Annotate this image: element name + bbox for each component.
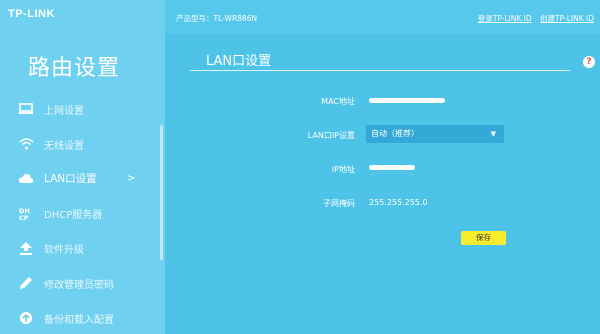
- sidebar-scrollbar[interactable]: [160, 125, 163, 260]
- sidebar-item-label: 上网设置: [44, 105, 84, 117]
- mask-label: 子网掩码: [323, 199, 355, 208]
- sidebar-item-dhcp[interactable]: DH CP DHCP服务器: [0, 196, 165, 231]
- sidebar-nav: 上网设置 无线设置 LAN口设置 > DH CP DHCP服务器 软件升级 修改…: [0, 92, 165, 334]
- sidebar-item-backup[interactable]: 备份和载入配置: [0, 301, 165, 334]
- monitor-icon: [18, 102, 34, 116]
- product-model: 产品型号：TL-WR886N: [176, 14, 258, 23]
- sidebar-item-upgrade[interactable]: 软件升级: [0, 231, 165, 266]
- mac-value-redacted: [369, 98, 445, 103]
- login-tplink-id-link[interactable]: 登录TP-LINK ID: [478, 14, 532, 23]
- sidebar-item-lan[interactable]: LAN口设置 >: [0, 162, 165, 197]
- header-links: 登录TP-LINK ID 创建TP-LINK ID: [472, 13, 594, 24]
- cloud-icon: [18, 172, 34, 186]
- create-tplink-id-link[interactable]: 创建TP-LINK ID: [540, 14, 594, 23]
- app-root: 路由设置 上网设置 无线设置 LAN口设置 > DH CP DHCP服务器 软件…: [0, 0, 600, 334]
- ip-label: IP地址: [331, 165, 355, 174]
- sidebar-title: 路由设置: [28, 56, 121, 81]
- upload-icon: [18, 242, 34, 256]
- lan-ip-mode-select[interactable]: 自动（推荐） ▼: [366, 125, 504, 143]
- lan-ip-label: LAN口IP设置: [307, 131, 355, 140]
- wifi-icon: [18, 137, 34, 151]
- dropdown-caret-icon: ▼: [490, 130, 496, 138]
- sidebar-item-label: LAN口设置: [44, 173, 97, 186]
- svg-text:CP: CP: [19, 214, 29, 221]
- lan-ip-mode-value: 自动（推荐）: [371, 129, 419, 138]
- ip-value-redacted: [369, 165, 415, 170]
- help-icon[interactable]: ?: [583, 56, 595, 68]
- sidebar-item-internet[interactable]: 上网设置: [0, 92, 165, 127]
- dhcp-icon: DH CP: [18, 207, 34, 221]
- save-button[interactable]: 保存: [461, 231, 506, 245]
- sidebar-item-label: 软件升级: [44, 245, 84, 257]
- mac-label: MAC地址: [321, 97, 355, 106]
- tp-link-logo: TP-LINK: [8, 8, 55, 20]
- mask-value: 255.255.255.0: [369, 198, 428, 207]
- backup-icon: [18, 311, 34, 325]
- sidebar-item-label: 备份和载入配置: [44, 314, 114, 326]
- sidebar-item-label: 无线设置: [44, 140, 84, 152]
- sidebar-item-wireless[interactable]: 无线设置: [0, 127, 165, 162]
- sidebar-item-label: DHCP服务器: [44, 210, 103, 222]
- page-title: LAN口设置: [206, 54, 272, 69]
- sidebar-item-label: 修改管理员密码: [44, 279, 114, 291]
- sidebar-item-password[interactable]: 修改管理员密码: [0, 266, 165, 301]
- pencil-icon: [18, 276, 34, 290]
- title-divider: [190, 70, 570, 71]
- sidebar: 路由设置 上网设置 无线设置 LAN口设置 > DH CP DHCP服务器 软件…: [0, 0, 165, 334]
- chevron-right-icon: >: [127, 173, 136, 185]
